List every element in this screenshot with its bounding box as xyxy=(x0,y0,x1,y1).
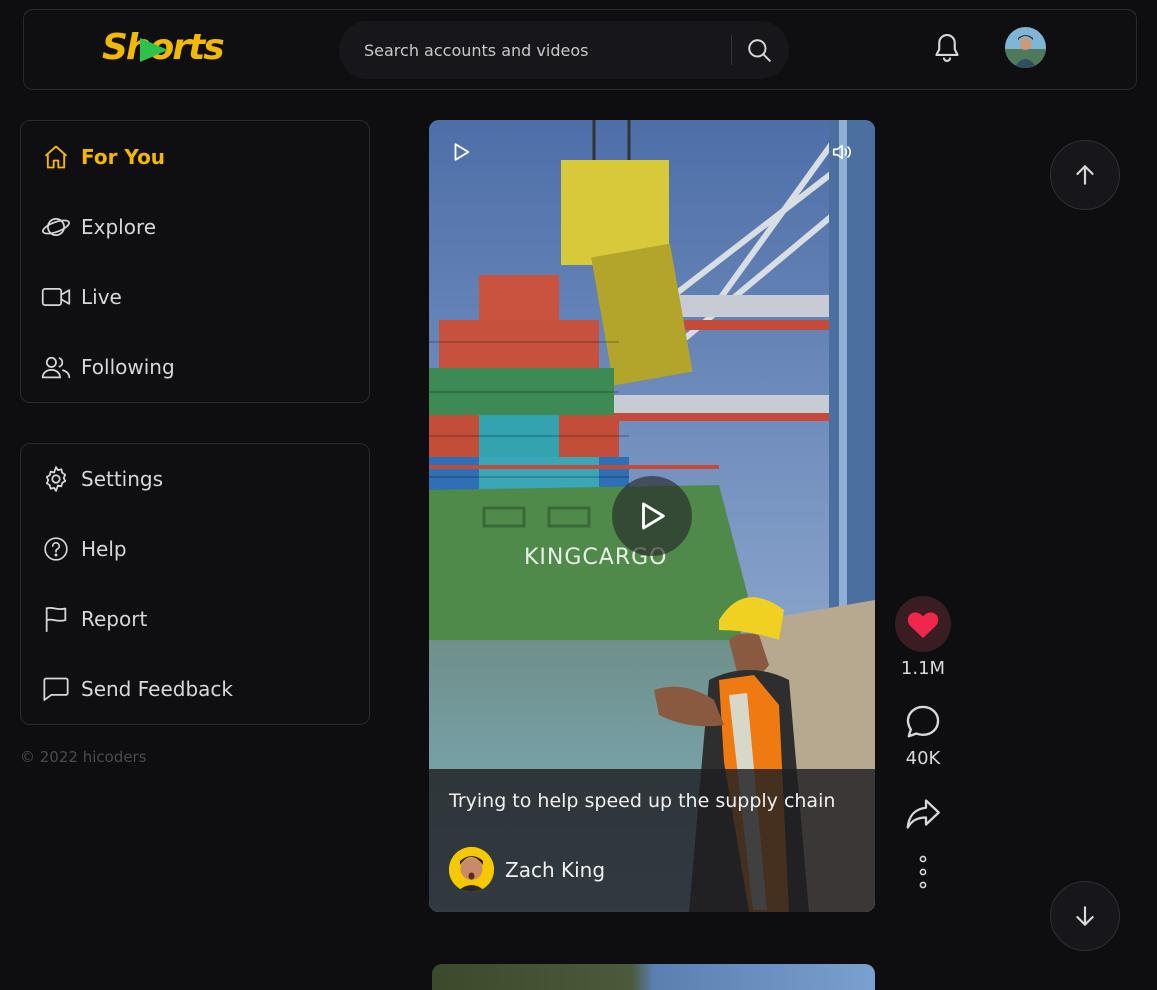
like-count: 1.1M xyxy=(900,658,946,679)
avatar-image xyxy=(1005,27,1046,68)
more-action xyxy=(895,853,951,891)
search-divider xyxy=(731,35,732,65)
comment-icon xyxy=(906,705,940,738)
next-video-button[interactable] xyxy=(1050,881,1120,951)
volume-icon xyxy=(832,144,851,160)
sidebar-item-settings[interactable]: Settings xyxy=(41,459,351,499)
sidebar-secondary: Settings Help Report Send Feedback xyxy=(20,443,370,725)
sidebar-item-help[interactable]: Help xyxy=(41,529,351,569)
planet-icon xyxy=(41,212,71,242)
search-icon xyxy=(748,39,771,62)
more-options-button[interactable] xyxy=(903,853,943,891)
search-bar xyxy=(339,21,789,79)
arrow-down-icon xyxy=(1076,906,1094,926)
top-header: Shorts xyxy=(23,9,1137,90)
copyright-text: © 2022 hicoders xyxy=(20,748,147,766)
author-name: Zach King xyxy=(505,857,606,882)
comment-action: 40K xyxy=(895,702,951,769)
sidebar-item-for-you[interactable]: For You xyxy=(41,137,351,177)
notifications-button[interactable] xyxy=(927,28,967,68)
sidebar-item-label: Send Feedback xyxy=(81,677,233,701)
sidebar-nav: For You Explore Live Following xyxy=(20,120,370,403)
author-avatar[interactable] xyxy=(449,847,494,892)
play-toggle-button[interactable] xyxy=(446,137,476,167)
video-player[interactable]: KINGCARGO Trying to help speed up the su… xyxy=(429,120,875,912)
sidebar-item-label: For You xyxy=(81,145,166,169)
sidebar-item-report[interactable]: Report xyxy=(41,599,351,639)
sidebar-item-label: Report xyxy=(81,607,148,631)
next-video-preview[interactable] xyxy=(432,964,875,990)
home-icon xyxy=(41,142,71,172)
sidebar-item-label: Live xyxy=(81,285,122,309)
sidebar-item-label: Explore xyxy=(81,215,157,239)
shorts-logo[interactable]: Shorts xyxy=(102,25,242,71)
share-action xyxy=(895,794,951,834)
sidebar-item-label: Following xyxy=(81,355,175,379)
sidebar-item-following[interactable]: Following xyxy=(41,347,351,387)
video-author[interactable]: Zach King xyxy=(449,847,605,892)
search-button[interactable] xyxy=(739,30,779,70)
bell-icon xyxy=(935,34,959,62)
sidebar-item-live[interactable]: Live xyxy=(41,277,351,317)
share-button[interactable] xyxy=(903,794,943,834)
like-action: 1.1M xyxy=(895,596,951,679)
flag-icon xyxy=(41,604,71,634)
sidebar-item-explore[interactable]: Explore xyxy=(41,207,351,247)
gear-icon xyxy=(41,464,71,494)
more-vertical-icon xyxy=(919,855,927,889)
video-caption: Trying to help speed up the supply chain… xyxy=(429,769,875,912)
play-icon xyxy=(454,143,470,161)
help-icon xyxy=(41,534,71,564)
message-icon xyxy=(41,674,71,704)
arrow-up-icon xyxy=(1076,165,1094,185)
share-icon xyxy=(906,799,940,829)
logo-play-icon xyxy=(140,38,168,62)
like-button[interactable] xyxy=(895,596,951,652)
users-icon xyxy=(41,352,71,382)
play-icon xyxy=(642,502,665,530)
center-play-button[interactable] xyxy=(612,476,692,556)
volume-button[interactable] xyxy=(827,137,857,167)
search-input[interactable] xyxy=(339,21,724,79)
sidebar-item-label: Help xyxy=(81,537,127,561)
comment-count: 40K xyxy=(905,748,941,769)
previous-video-button[interactable] xyxy=(1050,140,1120,210)
video-title: Trying to help speed up the supply chain xyxy=(449,790,836,812)
heart-icon xyxy=(907,612,939,639)
sidebar-item-label: Settings xyxy=(81,467,164,491)
video-camera-icon xyxy=(41,282,71,312)
user-avatar[interactable] xyxy=(1005,27,1046,68)
comment-button[interactable] xyxy=(903,702,943,742)
sidebar-item-send-feedback[interactable]: Send Feedback xyxy=(41,669,351,709)
